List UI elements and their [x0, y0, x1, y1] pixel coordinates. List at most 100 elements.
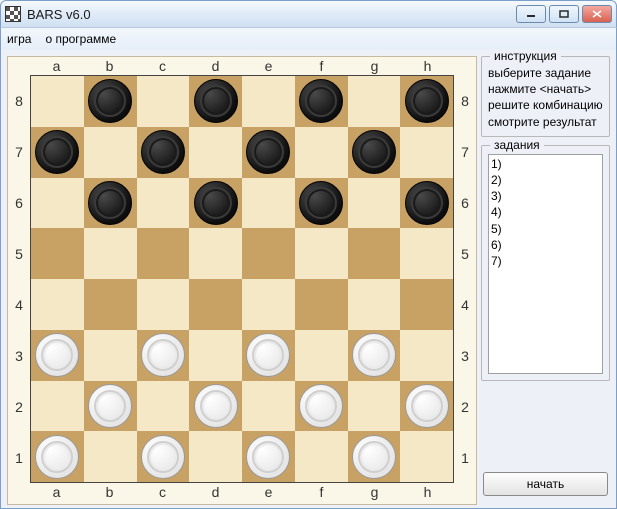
- square-b7[interactable]: [84, 127, 137, 178]
- square-d4[interactable]: [189, 279, 242, 330]
- menu-game[interactable]: игра: [7, 32, 31, 46]
- square-e8[interactable]: [242, 76, 295, 127]
- square-g8[interactable]: [348, 76, 401, 127]
- square-a7[interactable]: [31, 127, 84, 178]
- square-f7[interactable]: [295, 127, 348, 178]
- square-c4[interactable]: [137, 279, 190, 330]
- square-e2[interactable]: [242, 381, 295, 432]
- black-piece[interactable]: [352, 130, 396, 174]
- black-piece[interactable]: [194, 181, 238, 225]
- square-b6[interactable]: [84, 178, 137, 229]
- square-h7[interactable]: [400, 127, 453, 178]
- square-e4[interactable]: [242, 279, 295, 330]
- square-c5[interactable]: [137, 228, 190, 279]
- square-b5[interactable]: [84, 228, 137, 279]
- black-piece[interactable]: [194, 79, 238, 123]
- black-piece[interactable]: [405, 79, 449, 123]
- square-d7[interactable]: [189, 127, 242, 178]
- task-item[interactable]: 1): [491, 156, 600, 172]
- square-b3[interactable]: [84, 330, 137, 381]
- black-piece[interactable]: [88, 79, 132, 123]
- checkers-board[interactable]: [30, 75, 454, 483]
- square-g7[interactable]: [348, 127, 401, 178]
- white-piece[interactable]: [35, 333, 79, 377]
- square-e3[interactable]: [242, 330, 295, 381]
- square-h8[interactable]: [400, 76, 453, 127]
- close-button[interactable]: [582, 5, 612, 23]
- titlebar[interactable]: BARS v6.0: [0, 0, 617, 28]
- square-h4[interactable]: [400, 279, 453, 330]
- square-h5[interactable]: [400, 228, 453, 279]
- square-c6[interactable]: [137, 178, 190, 229]
- square-g1[interactable]: [348, 431, 401, 482]
- square-d1[interactable]: [189, 431, 242, 482]
- square-c2[interactable]: [137, 381, 190, 432]
- task-item[interactable]: 5): [491, 221, 600, 237]
- square-b8[interactable]: [84, 76, 137, 127]
- menu-about[interactable]: о программе: [45, 32, 116, 46]
- white-piece[interactable]: [246, 333, 290, 377]
- white-piece[interactable]: [141, 435, 185, 479]
- square-a3[interactable]: [31, 330, 84, 381]
- square-d6[interactable]: [189, 178, 242, 229]
- white-piece[interactable]: [141, 333, 185, 377]
- square-d5[interactable]: [189, 228, 242, 279]
- square-h3[interactable]: [400, 330, 453, 381]
- white-piece[interactable]: [352, 435, 396, 479]
- square-h2[interactable]: [400, 381, 453, 432]
- square-g6[interactable]: [348, 178, 401, 229]
- maximize-button[interactable]: [549, 5, 579, 23]
- square-a1[interactable]: [31, 431, 84, 482]
- black-piece[interactable]: [141, 130, 185, 174]
- square-d2[interactable]: [189, 381, 242, 432]
- white-piece[interactable]: [352, 333, 396, 377]
- square-a4[interactable]: [31, 279, 84, 330]
- black-piece[interactable]: [35, 130, 79, 174]
- square-a8[interactable]: [31, 76, 84, 127]
- square-f4[interactable]: [295, 279, 348, 330]
- square-c1[interactable]: [137, 431, 190, 482]
- square-f1[interactable]: [295, 431, 348, 482]
- task-item[interactable]: 2): [491, 172, 600, 188]
- white-piece[interactable]: [35, 435, 79, 479]
- black-piece[interactable]: [299, 79, 343, 123]
- square-e5[interactable]: [242, 228, 295, 279]
- square-h6[interactable]: [400, 178, 453, 229]
- square-g3[interactable]: [348, 330, 401, 381]
- white-piece[interactable]: [246, 435, 290, 479]
- square-a6[interactable]: [31, 178, 84, 229]
- tasks-list[interactable]: 1)2)3)4)5)6)7): [488, 154, 603, 374]
- square-h1[interactable]: [400, 431, 453, 482]
- task-item[interactable]: 6): [491, 237, 600, 253]
- square-c7[interactable]: [137, 127, 190, 178]
- square-e6[interactable]: [242, 178, 295, 229]
- square-c8[interactable]: [137, 76, 190, 127]
- black-piece[interactable]: [299, 181, 343, 225]
- square-f3[interactable]: [295, 330, 348, 381]
- square-a5[interactable]: [31, 228, 84, 279]
- task-item[interactable]: 3): [491, 188, 600, 204]
- square-b1[interactable]: [84, 431, 137, 482]
- square-e7[interactable]: [242, 127, 295, 178]
- square-g2[interactable]: [348, 381, 401, 432]
- white-piece[interactable]: [88, 384, 132, 428]
- task-item[interactable]: 7): [491, 253, 600, 269]
- square-b4[interactable]: [84, 279, 137, 330]
- square-f2[interactable]: [295, 381, 348, 432]
- minimize-button[interactable]: [516, 5, 546, 23]
- start-button[interactable]: начать: [483, 472, 608, 496]
- square-b2[interactable]: [84, 381, 137, 432]
- square-g5[interactable]: [348, 228, 401, 279]
- square-f5[interactable]: [295, 228, 348, 279]
- square-e1[interactable]: [242, 431, 295, 482]
- black-piece[interactable]: [405, 181, 449, 225]
- black-piece[interactable]: [88, 181, 132, 225]
- square-g4[interactable]: [348, 279, 401, 330]
- white-piece[interactable]: [194, 384, 238, 428]
- square-f6[interactable]: [295, 178, 348, 229]
- task-item[interactable]: 4): [491, 204, 600, 220]
- white-piece[interactable]: [405, 384, 449, 428]
- square-f8[interactable]: [295, 76, 348, 127]
- square-c3[interactable]: [137, 330, 190, 381]
- square-d8[interactable]: [189, 76, 242, 127]
